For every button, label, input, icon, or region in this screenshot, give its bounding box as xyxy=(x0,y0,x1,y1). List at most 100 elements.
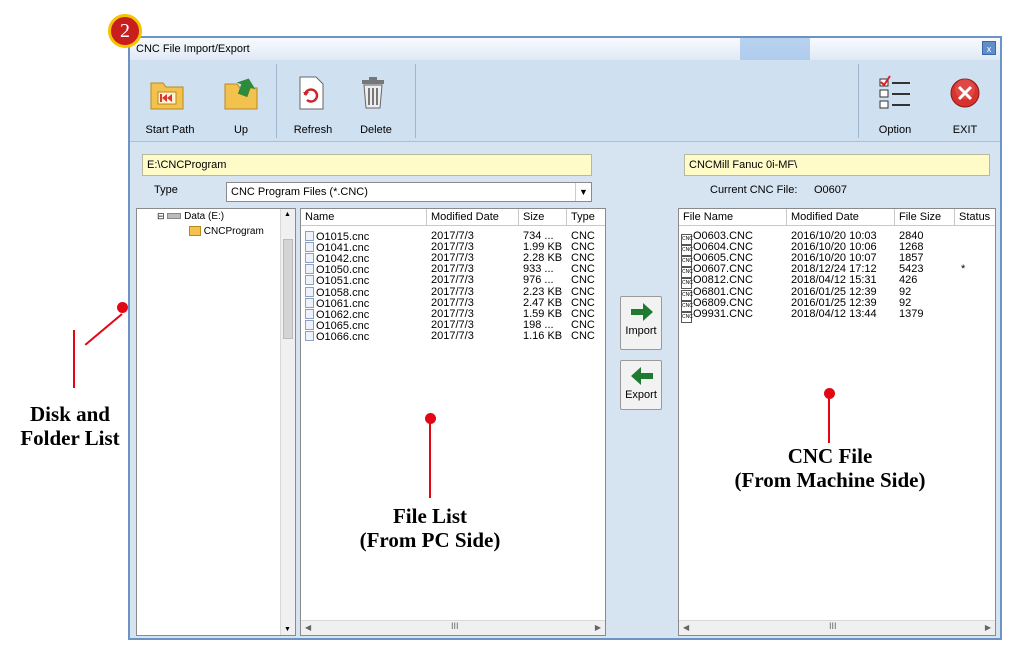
file-type: CNC xyxy=(571,285,595,298)
file-list-annotation: File List (From PC Side) xyxy=(330,504,530,552)
file-size: 976 ... xyxy=(523,274,554,287)
title-bar: CNC File Import/Export x xyxy=(130,38,1000,60)
pc-horizontal-scrollbar[interactable]: ◀ III ▶ xyxy=(301,620,605,635)
cnc-col-filename[interactable]: File Name xyxy=(679,209,787,226)
file-name: O1066.cnc xyxy=(316,330,370,343)
delete-label: Delete xyxy=(360,124,392,136)
up-button[interactable]: Up xyxy=(210,60,272,142)
file-annotation-line2: (From PC Side) xyxy=(359,528,501,552)
file-type-value: CNC Program Files (*.CNC) xyxy=(231,186,368,198)
table-row[interactable]: O1061.cnc 2017/7/3 2.47 KB CNC xyxy=(301,296,601,309)
machine-file-list: File Name Modified Date File Size Status… xyxy=(678,208,996,636)
file-icon xyxy=(305,242,314,253)
import-arrow-icon xyxy=(631,303,653,321)
start-path-icon xyxy=(150,82,184,110)
file-size: 2.23 KB xyxy=(523,285,563,298)
file-icon xyxy=(305,308,314,319)
tree-drive-label: Data (E:) xyxy=(184,211,225,222)
cnc-file-icon: CNC xyxy=(681,311,693,323)
file-type-select[interactable]: CNC Program Files (*.CNC) ▼ xyxy=(226,182,592,202)
pc-col-modified[interactable]: Modified Date xyxy=(427,209,519,226)
pc-path-field[interactable]: E:\CNCProgram xyxy=(142,154,592,176)
start-path-button[interactable]: Start Path xyxy=(130,60,210,142)
file-type: CNC xyxy=(571,274,595,287)
pc-col-type[interactable]: Type xyxy=(567,209,605,226)
file-type: CNC xyxy=(571,296,595,309)
option-button[interactable]: Option xyxy=(860,60,930,142)
cnc-file-name: O9931.CNC xyxy=(693,307,753,320)
file-icon xyxy=(305,330,314,341)
cnc-col-size[interactable]: File Size xyxy=(895,209,955,226)
file-icon xyxy=(305,231,314,241)
table-row[interactable]: O1058.cnc 2017/7/3 2.23 KB CNC xyxy=(301,285,601,298)
up-label: Up xyxy=(233,124,249,136)
file-modified: 2017/7/3 xyxy=(431,285,474,298)
cnc-col-modified[interactable]: Modified Date xyxy=(787,209,895,226)
toolbar: Start Path Up Refresh Delete Option EXIT xyxy=(130,60,1000,142)
cnc-file-annotation: CNC File (From Machine Side) xyxy=(690,444,970,492)
current-cnc-label: Current CNC File: xyxy=(710,184,798,196)
table-row[interactable]: CNCO9931.CNC 2018/04/12 13:44 1379 xyxy=(679,307,995,323)
file-annotation-line1: File List xyxy=(392,504,468,528)
tree-collapse-icon[interactable]: ⊟ xyxy=(157,211,165,221)
current-cnc-value: O0607 xyxy=(814,184,848,196)
import-button[interactable]: Import xyxy=(620,296,662,350)
folder-tree: ⊟ Data (E:) CNCProgram ▲ ▼ xyxy=(136,208,296,636)
exit-button[interactable]: EXIT xyxy=(930,60,1000,142)
cnc-file-modified: 2018/04/12 13:44 xyxy=(791,307,877,320)
up-folder-icon xyxy=(224,78,258,110)
file-icon xyxy=(305,275,314,286)
refresh-icon xyxy=(299,76,324,110)
cnc-file-modified: 2018/04/12 15:31 xyxy=(791,274,877,287)
tree-drive[interactable]: ⊟ Data (E:) xyxy=(157,211,224,222)
pc-file-list: Name Modified Date Size Type O1015.cnc 20… xyxy=(300,208,606,636)
cnc-file-status: * xyxy=(961,263,966,276)
pc-col-size[interactable]: Size xyxy=(519,209,567,226)
cnc-col-status[interactable]: Status xyxy=(955,209,995,226)
file-modified: 2017/7/3 xyxy=(431,274,474,287)
delete-icon xyxy=(362,77,384,109)
disk-annotation-line2: Folder List xyxy=(20,426,120,450)
tree-folder-label: CNCProgram xyxy=(203,226,264,237)
table-row[interactable]: O1066.cnc 2017/7/3 1.16 KB CNC xyxy=(301,329,601,343)
start-path-label: Start Path xyxy=(145,124,195,136)
exit-icon xyxy=(950,78,980,108)
export-button[interactable]: Export xyxy=(620,360,662,410)
file-size: 2.47 KB xyxy=(523,296,563,309)
delete-button[interactable]: Delete xyxy=(346,60,406,142)
exit-label: EXIT xyxy=(952,124,978,136)
cnc-file-size: 426 xyxy=(899,274,918,287)
file-modified: 2017/7/3 xyxy=(431,329,474,342)
cnc-file-size: 92 xyxy=(899,296,912,309)
file-icon xyxy=(305,286,314,297)
import-label: Import xyxy=(625,325,657,337)
cnc-horizontal-scrollbar[interactable]: ◀ III ▶ xyxy=(679,620,995,635)
file-modified: 2017/7/3 xyxy=(431,296,474,309)
table-row[interactable]: O1051.cnc 2017/7/3 976 ... CNC xyxy=(301,274,601,287)
chevron-down-icon[interactable]: ▼ xyxy=(575,183,591,201)
tree-folder[interactable]: CNCProgram xyxy=(189,226,264,237)
disk-annotation-line1: Disk and xyxy=(30,402,110,426)
disk-list-marker xyxy=(117,302,128,313)
cnc-annotation-line2: (From Machine Side) xyxy=(734,468,926,492)
file-type: CNC xyxy=(571,329,595,342)
disk-folder-annotation: Disk and Folder List xyxy=(0,402,140,450)
export-label: Export xyxy=(625,389,657,401)
file-icon xyxy=(305,264,314,275)
file-icon xyxy=(305,319,314,330)
cnc-annotation-line1: CNC File xyxy=(787,444,873,468)
export-arrow-icon xyxy=(631,367,653,385)
step-badge: 2 xyxy=(108,14,142,48)
option-label: Option xyxy=(878,124,912,136)
close-button[interactable]: x xyxy=(982,41,996,55)
window-title: CNC File Import/Export xyxy=(136,43,250,55)
cnc-file-size: 1379 xyxy=(899,307,924,320)
folder-icon xyxy=(189,226,201,237)
tree-vertical-scrollbar[interactable]: ▲ ▼ xyxy=(280,209,295,635)
file-icon xyxy=(305,297,314,308)
pc-col-name[interactable]: Name xyxy=(301,209,427,226)
machine-path-field[interactable]: CNCMill Fanuc 0i-MF\ xyxy=(684,154,990,176)
option-icon xyxy=(879,75,910,109)
drive-icon xyxy=(167,213,182,220)
cnc-file-modified: 2016/01/25 12:39 xyxy=(791,296,877,309)
